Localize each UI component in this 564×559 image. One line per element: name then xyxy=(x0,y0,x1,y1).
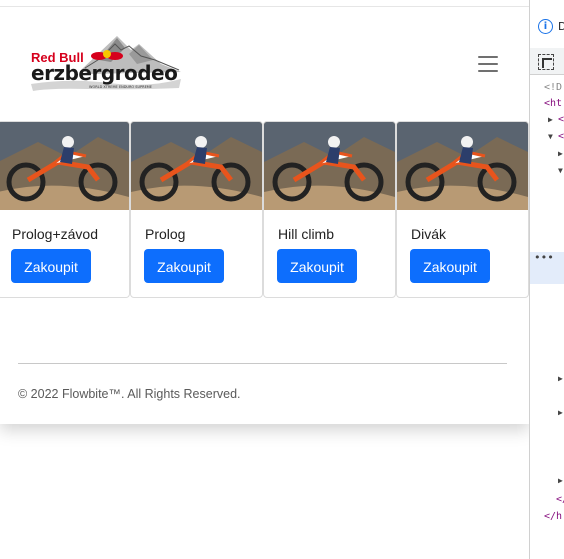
expand-arrow-icon[interactable]: ▶ xyxy=(558,408,563,417)
menu-hamburger-icon[interactable] xyxy=(478,55,500,73)
buy-button[interactable]: Zakoupit xyxy=(277,249,357,283)
devtools-tab-label[interactable]: D xyxy=(558,20,564,33)
page: Red Bull erzbergrodeo WORLD XTREME ENDUR… xyxy=(0,0,529,424)
buy-button[interactable]: Zakoupit xyxy=(11,249,91,283)
more-options-icon[interactable]: ••• xyxy=(534,251,554,264)
expand-arrow-icon[interactable]: ▶ xyxy=(558,149,563,158)
dom-node-html[interactable]: <ht xyxy=(544,98,562,109)
card-image-motocross xyxy=(397,122,528,210)
expand-arrow-icon[interactable]: ▶ xyxy=(558,374,563,383)
hamburger-bar xyxy=(478,63,498,65)
collapse-arrow-icon[interactable]: ▼ xyxy=(558,166,563,175)
dom-node-closing-html[interactable]: </h xyxy=(544,511,562,522)
card-image-motocross xyxy=(264,122,395,210)
expand-arrow-icon[interactable]: ▶ xyxy=(548,115,553,124)
footer-divider xyxy=(18,363,507,364)
hamburger-bar xyxy=(478,56,498,58)
card-image-motocross xyxy=(0,122,129,210)
expand-arrow-icon[interactable]: ▶ xyxy=(558,476,563,485)
erzbergrodeo-logo-graphic: Red Bull erzbergrodeo WORLD XTREME ENDUR… xyxy=(31,36,181,91)
devtools-panel: i D <!D <ht ▶ < ▼ < ▶ ▼ ••• ▶ ▶ ▶ </ </h xyxy=(529,0,564,559)
card-title: Divák xyxy=(411,226,447,242)
ticket-card: Hill climb Zakoupit xyxy=(263,121,396,298)
buy-button[interactable]: Zakoupit xyxy=(410,249,490,283)
dom-node-head[interactable]: < xyxy=(558,114,564,125)
card-title: Hill climb xyxy=(278,226,334,242)
footer-copyright: © 2022 Flowbite™. All Rights Reserved. xyxy=(18,387,241,401)
element-picker-icon[interactable] xyxy=(538,54,554,70)
tagline-text: WORLD XTREME ENDURO SUPREME xyxy=(89,85,152,89)
buy-button[interactable]: Zakoupit xyxy=(144,249,224,283)
ticket-card: Prolog+závod Zakoupit xyxy=(0,121,130,298)
dom-node-body[interactable]: < xyxy=(558,131,564,142)
ticket-card: Prolog Zakoupit xyxy=(130,121,263,298)
dom-node-doctype[interactable]: <!D xyxy=(544,82,562,93)
card-image-motocross xyxy=(131,122,262,210)
collapse-arrow-icon[interactable]: ▼ xyxy=(548,132,553,141)
brand-name-text: erzbergrodeo xyxy=(31,61,177,85)
ticket-card: Divák Zakoupit xyxy=(396,121,529,298)
hamburger-bar xyxy=(478,70,498,72)
brand-logo[interactable]: Red Bull erzbergrodeo WORLD XTREME ENDUR… xyxy=(29,34,184,92)
card-title: Prolog xyxy=(145,226,186,242)
top-divider xyxy=(0,6,529,7)
ticket-cards: Prolog+závod Zakoupit Prolog Zakoupit Hi… xyxy=(0,121,530,298)
card-title: Prolog+závod xyxy=(12,226,99,242)
info-icon[interactable]: i xyxy=(538,19,553,34)
dom-node-closing-body[interactable]: </ xyxy=(556,494,564,505)
